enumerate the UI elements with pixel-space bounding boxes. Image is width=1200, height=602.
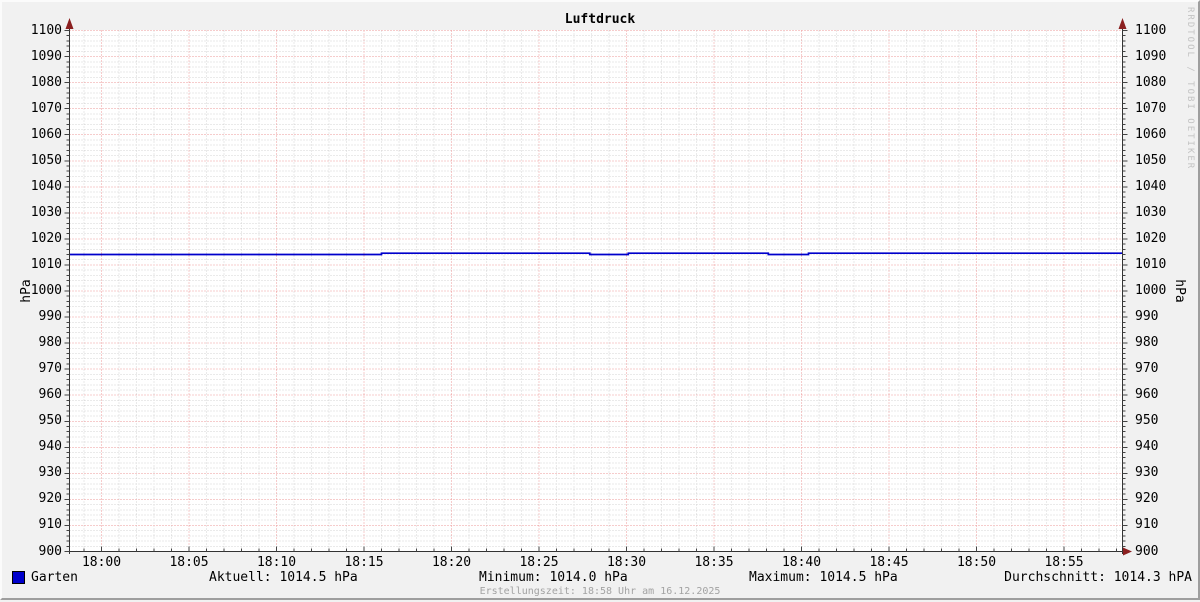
- y-axis-label-left: 940: [38, 439, 62, 455]
- chart-title: Luftdruck: [564, 12, 636, 27]
- x-axis-arrow: [1123, 547, 1132, 556]
- y-axis-label-left: 1020: [30, 230, 62, 246]
- x-axis-label: 18:45: [869, 555, 909, 570]
- y-axis-label-right: 1090: [1135, 48, 1167, 64]
- creation-timestamp: Erstellungszeit: 18:58 Uhr am 16.12.2025: [479, 586, 721, 597]
- x-axis-label: 18:20: [431, 555, 472, 570]
- y-axis-label-left: 1070: [30, 100, 62, 116]
- y-axis-label-left: 980: [38, 335, 62, 351]
- y-axis-label-left: 1000: [30, 283, 62, 298]
- x-axis-label: 18:25: [519, 555, 559, 570]
- y-axis-label-right: 960: [1135, 387, 1159, 403]
- y-axis-label-left: 1050: [30, 152, 62, 168]
- y-axis-label-right: 1050: [1135, 152, 1167, 168]
- y-axis-label-left: 1100: [30, 22, 62, 38]
- legend-row: Garten Aktuell: 1014.5 hPa Minimum: 1014…: [2, 570, 1200, 585]
- y-axis-label-left: 910: [38, 517, 62, 533]
- y-axis-label-left: 1060: [30, 126, 62, 142]
- x-axis-label: 18:50: [956, 555, 997, 570]
- y-axis-unit-right: hPa: [1172, 279, 1188, 303]
- x-axis-label: 18:35: [694, 555, 734, 570]
- y-axis-label-right: 900: [1135, 543, 1159, 559]
- y-axis-label-right: 970: [1135, 361, 1159, 377]
- y-axis-label-left: 920: [38, 491, 62, 507]
- y-axis-label-left: 930: [38, 465, 62, 481]
- y-axis-label-right: 1080: [1135, 74, 1167, 90]
- x-axis-label: 18:10: [256, 555, 297, 570]
- series-label: Garten: [31, 570, 78, 585]
- x-axis-label: 18:30: [606, 555, 647, 570]
- y-axis-label-right: 1070: [1135, 100, 1167, 116]
- y-axis-label-right: 950: [1135, 413, 1159, 429]
- x-axis-label: 18:15: [344, 555, 384, 570]
- y-axis-label-right: 1020: [1135, 230, 1167, 246]
- y-axis-label-left: 970: [38, 361, 62, 377]
- y-axis-label-left: 1040: [30, 178, 62, 194]
- stat-average: Durchschnitt: 1014.3 hPA: [1004, 570, 1192, 585]
- stat-minimum: Minimum: 1014.0 hPa: [479, 570, 628, 585]
- x-axis-label: 18:55: [1044, 555, 1084, 570]
- rrdtool-watermark: RRDTOOL / TOBI OETIKER: [1185, 7, 1195, 171]
- y-axis-label-left: 960: [38, 387, 62, 403]
- series-swatch-garten: [12, 571, 25, 584]
- x-axis-label: 18:05: [169, 555, 209, 570]
- x-axis-label: 18:00: [81, 555, 122, 570]
- stat-maximum: Maximum: 1014.5 hPa: [749, 570, 898, 585]
- rrdtool-pressure-graph: Luftdruck RRDTOOL / TOBI OETIKER hPa hPa…: [0, 0, 1200, 600]
- y-axis-label-left: 950: [38, 413, 62, 429]
- y-axis-label-left: 1090: [30, 48, 62, 64]
- y-axis-label-right: 1010: [1135, 256, 1167, 272]
- y-axis-label-left: 900: [38, 543, 62, 559]
- y-axis-label-right: 1030: [1135, 204, 1167, 220]
- y-axis-label-right: 1000: [1135, 283, 1167, 298]
- y-axis-label-right: 920: [1135, 491, 1159, 507]
- y-axis-label-right: 1060: [1135, 126, 1167, 142]
- y-axis-label-left: 1080: [30, 74, 62, 90]
- y-axis-label-right: 980: [1135, 335, 1159, 351]
- stat-current: Aktuell: 1014.5 hPa: [209, 570, 358, 585]
- y-axis-label-left: 990: [38, 309, 62, 325]
- y-axis-label-right: 1100: [1135, 22, 1167, 38]
- y-axis-label-right: 930: [1135, 465, 1159, 481]
- x-axis-label: 18:40: [781, 555, 822, 570]
- plot-area: [69, 30, 1122, 551]
- y-axis-label-right: 940: [1135, 439, 1159, 455]
- y-axis-label-right: 1040: [1135, 178, 1167, 194]
- y-axis-label-left: 1010: [30, 256, 62, 272]
- y-axis-label-right: 990: [1135, 309, 1159, 325]
- y-axis-label-right: 910: [1135, 517, 1159, 533]
- y-axis-label-left: 1030: [30, 204, 62, 220]
